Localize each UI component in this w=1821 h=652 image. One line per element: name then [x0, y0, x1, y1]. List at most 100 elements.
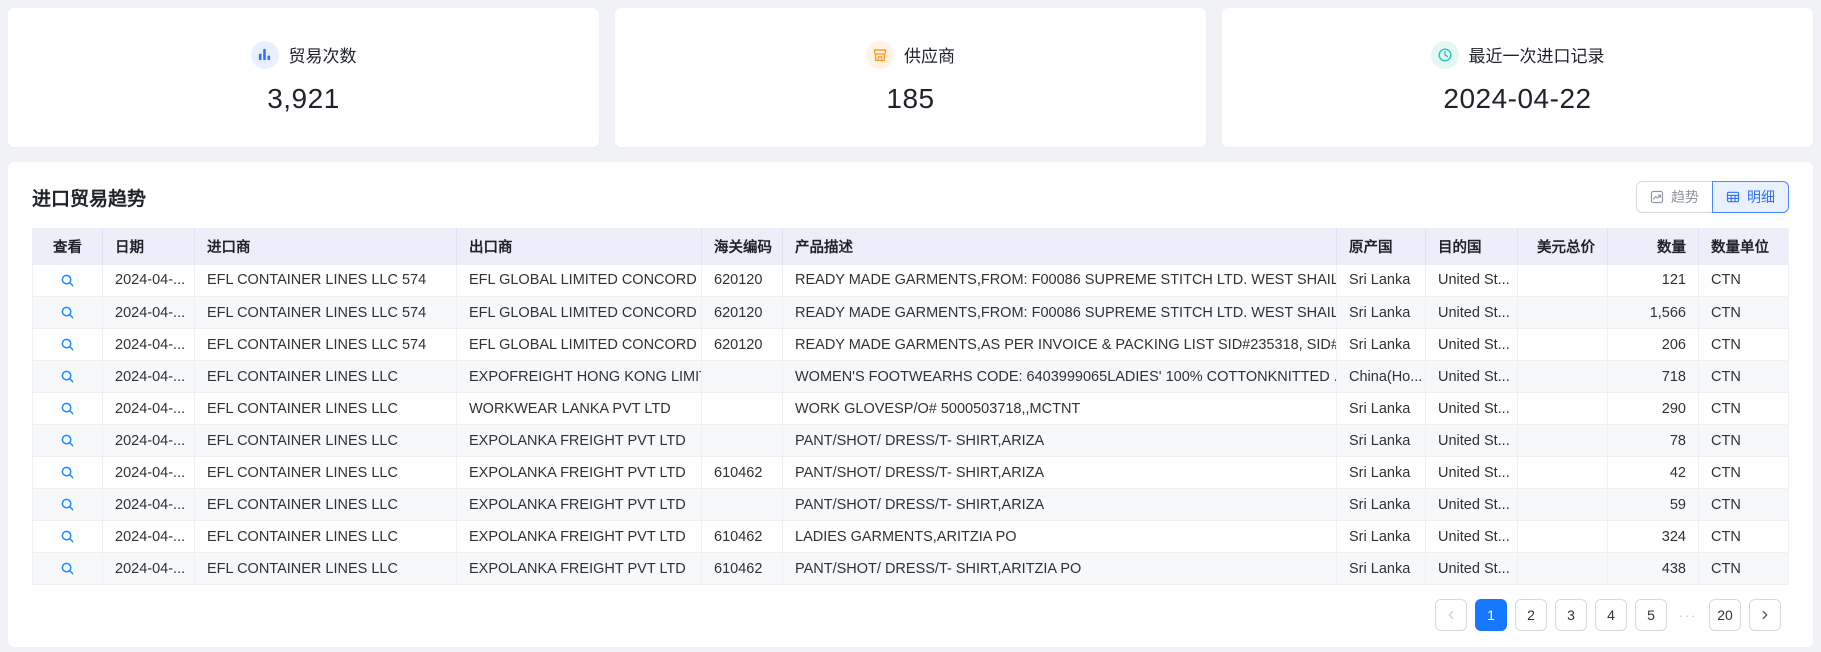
cell-importer: EFL CONTAINER LINES LLC	[194, 456, 457, 489]
line-chart-icon	[1650, 190, 1664, 204]
cell-quantity: 78	[1607, 424, 1699, 457]
panel-title: 进口贸易趋势	[32, 188, 147, 210]
cell-exporter: EFL GLOBAL LIMITED CONCORD	[456, 264, 702, 297]
cell-description: LADIES GARMENTS,ARITZIA PO	[782, 520, 1337, 553]
cell-destination: United St...	[1425, 392, 1518, 425]
pagination-ellipsis: ···	[1678, 607, 1698, 623]
page-button-4[interactable]: 4	[1595, 599, 1627, 631]
cell-importer: EFL CONTAINER LINES LLC 574	[194, 296, 457, 329]
cell-destination: United St...	[1425, 296, 1518, 329]
cell-exporter: WORKWEAR LANKA PVT LTD	[456, 392, 702, 425]
view-search-icon[interactable]	[60, 561, 75, 576]
import-trend-panel: 进口贸易趋势 趋势 明细 查看 日期 进口商 出口商 海关编码 产品描述 原产国…	[8, 162, 1813, 647]
cell-unit: CTN	[1698, 392, 1789, 425]
stat-card-trade-count: 贸易次数 3,921	[8, 8, 599, 147]
cell-hs-code	[701, 360, 783, 393]
stat-card-suppliers: 供应商 185	[615, 8, 1206, 147]
next-page-button[interactable]	[1749, 599, 1781, 631]
cell-usd-total	[1517, 392, 1608, 425]
cell-date: 2024-04-...	[102, 328, 195, 361]
tab-detail-label: 明细	[1747, 189, 1775, 205]
view-search-icon[interactable]	[60, 401, 75, 416]
cell-origin: Sri Lanka	[1336, 488, 1426, 521]
cell-quantity: 324	[1607, 520, 1699, 553]
view-search-icon[interactable]	[60, 369, 75, 384]
cell-description: READY MADE GARMENTS,FROM: F00086 SUPREME…	[782, 264, 1337, 297]
view-search-icon[interactable]	[60, 337, 75, 352]
cell-unit: CTN	[1698, 296, 1789, 329]
page-button-5[interactable]: 5	[1635, 599, 1667, 631]
cell-unit: CTN	[1698, 360, 1789, 393]
cell-exporter: EFL GLOBAL LIMITED CONCORD	[456, 328, 702, 361]
cell-unit: CTN	[1698, 488, 1789, 521]
cell-importer: EFL CONTAINER LINES LLC	[194, 520, 457, 553]
cell-quantity: 206	[1607, 328, 1699, 361]
cell-destination: United St...	[1425, 328, 1518, 361]
cell-destination: United St...	[1425, 424, 1518, 457]
cell-unit: CTN	[1698, 456, 1789, 489]
tab-detail[interactable]: 明细	[1712, 181, 1789, 213]
cell-destination: United St...	[1425, 552, 1518, 585]
view-search-icon[interactable]	[60, 305, 75, 320]
page-button-3[interactable]: 3	[1555, 599, 1587, 631]
stat-card-value: 3,921	[267, 82, 340, 114]
cell-exporter: EXPOFREIGHT HONG KONG LIMITED	[456, 360, 702, 393]
col-hs-code: 海关编码	[701, 228, 783, 265]
cell-date: 2024-04-...	[102, 296, 195, 329]
cell-usd-total	[1517, 328, 1608, 361]
table-row: 2024-04-... EFL CONTAINER LINES LLC EXPO…	[32, 520, 1789, 553]
bar-chart-icon	[250, 40, 279, 69]
cell-date: 2024-04-...	[102, 424, 195, 457]
col-exporter: 出口商	[456, 228, 702, 265]
view-search-icon[interactable]	[60, 497, 75, 512]
cell-importer: EFL CONTAINER LINES LLC	[194, 360, 457, 393]
cell-quantity: 121	[1607, 264, 1699, 297]
cell-exporter: EXPOLANKA FREIGHT PVT LTD	[456, 520, 702, 553]
table-row: 2024-04-... EFL CONTAINER LINES LLC EXPO…	[32, 360, 1789, 393]
cell-hs-code	[701, 424, 783, 457]
cell-destination: United St...	[1425, 264, 1518, 297]
table-row: 2024-04-... EFL CONTAINER LINES LLC 574 …	[32, 296, 1789, 329]
panel-header: 进口贸易趋势 趋势 明细	[32, 180, 1789, 214]
cell-origin: Sri Lanka	[1336, 520, 1426, 553]
view-search-icon[interactable]	[60, 529, 75, 544]
cell-hs-code	[701, 488, 783, 521]
view-search-icon[interactable]	[60, 433, 75, 448]
stat-card-last-import: 最近一次进口记录 2024-04-22	[1222, 8, 1813, 147]
table-row: 2024-04-... EFL CONTAINER LINES LLC EXPO…	[32, 424, 1789, 457]
view-search-icon[interactable]	[60, 273, 75, 288]
cell-origin: Sri Lanka	[1336, 392, 1426, 425]
view-search-icon[interactable]	[60, 465, 75, 480]
cell-hs-code: 610462	[701, 520, 783, 553]
cell-origin: Sri Lanka	[1336, 296, 1426, 329]
prev-page-button[interactable]	[1435, 599, 1467, 631]
page-button-1[interactable]: 1	[1475, 599, 1507, 631]
cell-origin: Sri Lanka	[1336, 552, 1426, 585]
cell-origin: Sri Lanka	[1336, 328, 1426, 361]
table-row: 2024-04-... EFL CONTAINER LINES LLC WORK…	[32, 392, 1789, 425]
stat-card-label: 供应商	[904, 47, 955, 66]
cell-quantity: 59	[1607, 488, 1699, 521]
cell-unit: CTN	[1698, 552, 1789, 585]
col-importer: 进口商	[194, 228, 457, 265]
cell-description: PANT/SHOT/ DRESS/T- SHIRT,ARIZA	[782, 488, 1337, 521]
store-icon	[866, 40, 894, 69]
chevron-right-icon	[1759, 609, 1771, 621]
table-row: 2024-04-... EFL CONTAINER LINES LLC EXPO…	[32, 456, 1789, 489]
cell-date: 2024-04-...	[102, 520, 195, 553]
cell-importer: EFL CONTAINER LINES LLC	[194, 392, 457, 425]
cell-exporter: EXPOLANKA FREIGHT PVT LTD	[456, 424, 702, 457]
tab-trend[interactable]: 趋势	[1636, 181, 1712, 213]
cell-date: 2024-04-...	[102, 456, 195, 489]
page-button-20[interactable]: 20	[1709, 599, 1741, 631]
page-button-2[interactable]: 2	[1515, 599, 1547, 631]
cell-exporter: EXPOLANKA FREIGHT PVT LTD	[456, 456, 702, 489]
cell-date: 2024-04-...	[102, 360, 195, 393]
cell-usd-total	[1517, 488, 1608, 521]
col-quantity: 数量	[1607, 228, 1699, 265]
cell-quantity: 42	[1607, 456, 1699, 489]
cell-destination: United St...	[1425, 520, 1518, 553]
cell-usd-total	[1517, 456, 1608, 489]
cell-importer: EFL CONTAINER LINES LLC 574	[194, 264, 457, 297]
tab-trend-label: 趋势	[1671, 189, 1699, 205]
